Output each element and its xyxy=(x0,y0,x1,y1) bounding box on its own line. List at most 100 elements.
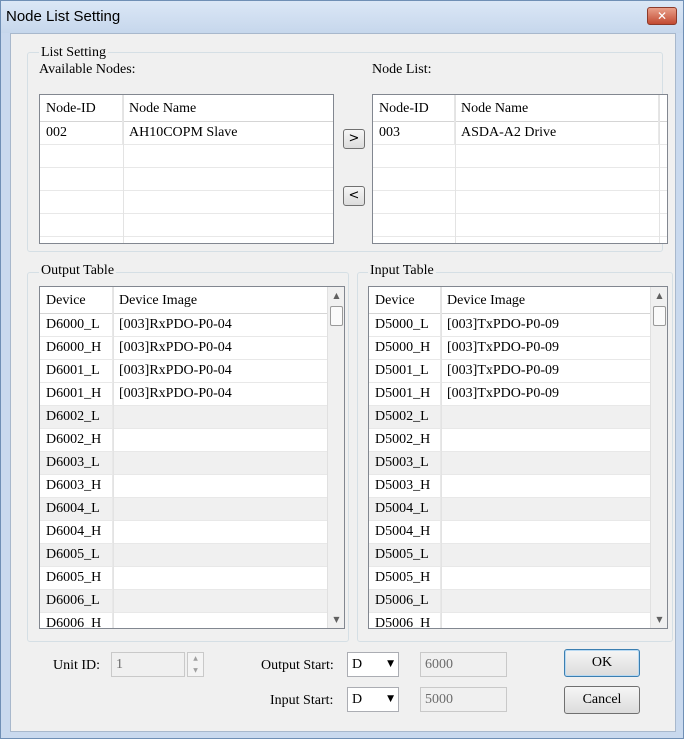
column-divider xyxy=(455,95,456,243)
unit-id-spinner[interactable]: ▲ ▼ xyxy=(187,652,204,677)
output-table-header: Device Device Image xyxy=(40,287,327,314)
column-header-device[interactable]: Device xyxy=(40,287,113,314)
table-row[interactable]: D6002_H xyxy=(40,429,329,452)
ok-button[interactable]: OK xyxy=(564,649,640,677)
unit-id-field[interactable]: 1 xyxy=(111,652,185,677)
device-image-cell xyxy=(441,475,652,498)
input-start-type-select[interactable]: D ▼ xyxy=(347,687,399,712)
table-row[interactable]: D6003_L xyxy=(40,452,329,475)
output-start-field[interactable]: 6000 xyxy=(420,652,507,677)
table-row[interactable]: D5003_H xyxy=(369,475,652,498)
input-start-field[interactable]: 5000 xyxy=(420,687,507,712)
table-row[interactable]: D6000_H [003]RxPDO-P0-04 xyxy=(40,337,329,360)
device-cell: D6002_H xyxy=(40,429,113,452)
close-icon: ✕ xyxy=(656,9,668,23)
table-row[interactable]: D5001_H [003]TxPDO-P0-09 xyxy=(369,383,652,406)
input-table-grid[interactable]: Device Device Image D5000_L [003]TxPDO-P0… xyxy=(368,286,668,629)
table-row[interactable]: D6000_L [003]RxPDO-P0-04 xyxy=(40,314,329,337)
column-header-node-id[interactable]: Node-ID xyxy=(40,95,123,122)
table-row[interactable]: D6005_L xyxy=(40,544,329,567)
device-image-cell xyxy=(113,452,329,475)
table-row[interactable]: D6004_L xyxy=(40,498,329,521)
spin-down-icon[interactable]: ▼ xyxy=(188,665,203,676)
column-header-node-name[interactable]: Node Name xyxy=(455,95,659,122)
column-header-node-id[interactable]: Node-ID xyxy=(373,95,455,122)
table-row[interactable]: D6005_H xyxy=(40,567,329,590)
scroll-thumb[interactable] xyxy=(330,306,343,326)
table-row[interactable]: D5004_H xyxy=(369,521,652,544)
device-image-cell: [003]RxPDO-P0-04 xyxy=(119,363,232,378)
table-row[interactable]: D5002_L xyxy=(369,406,652,429)
table-row[interactable]: D5000_H [003]TxPDO-P0-09 xyxy=(369,337,652,360)
device-cell: D5004_L xyxy=(369,498,441,521)
column-header-node-name[interactable]: Node Name xyxy=(123,95,333,122)
device-cell: D6004_L xyxy=(40,498,113,521)
output-start-type-select[interactable]: D ▼ xyxy=(347,652,399,677)
device-image-cell xyxy=(113,475,329,498)
scroll-down-icon[interactable]: ▼ xyxy=(651,611,667,628)
list-setting-legend: List Setting xyxy=(39,45,108,61)
node-name-cell: AH10COPM Slave xyxy=(129,125,238,140)
table-row[interactable]: D5006_H xyxy=(369,613,652,628)
chevron-down-icon[interactable]: ▼ xyxy=(387,688,394,711)
device-cell: D6002_L xyxy=(40,406,113,429)
input-table-header: Device Device Image xyxy=(369,287,650,314)
chevron-down-icon[interactable]: ▼ xyxy=(387,653,394,676)
device-cell: D5006_H xyxy=(369,613,441,628)
node-list-grid[interactable]: Node-ID Node Name 003 ASDA-A2 Drive xyxy=(372,94,668,244)
table-row xyxy=(373,145,667,168)
device-image-cell xyxy=(113,521,329,544)
table-row[interactable]: D5002_H xyxy=(369,429,652,452)
table-row[interactable]: 002 AH10COPM Slave xyxy=(40,122,333,145)
device-cell: D5003_H xyxy=(369,475,441,498)
title-bar[interactable]: Node List Setting ✕ xyxy=(1,1,683,33)
input-table-scrollbar[interactable]: ▲ ▼ xyxy=(650,287,667,628)
device-image-cell: [003]RxPDO-P0-04 xyxy=(119,386,232,401)
scroll-up-icon[interactable]: ▲ xyxy=(651,287,667,304)
device-image-cell xyxy=(113,567,329,590)
move-left-button[interactable]: < xyxy=(343,186,365,206)
device-cell: D5001_L xyxy=(369,360,441,383)
device-cell: D6000_L xyxy=(40,314,113,337)
available-nodes-grid[interactable]: Node-ID Node Name 002 AH10COPM Slave xyxy=(39,94,334,244)
table-row[interactable]: 003 ASDA-A2 Drive xyxy=(373,122,667,145)
close-button[interactable]: ✕ xyxy=(647,7,677,25)
table-row[interactable]: D5000_L [003]TxPDO-P0-09 xyxy=(369,314,652,337)
spin-up-icon[interactable]: ▲ xyxy=(188,653,203,664)
table-row[interactable]: D6006_H xyxy=(40,613,329,628)
scroll-up-icon[interactable]: ▲ xyxy=(328,287,344,304)
scroll-down-icon[interactable]: ▼ xyxy=(328,611,344,628)
table-row xyxy=(40,214,333,237)
table-row[interactable]: D6001_H [003]RxPDO-P0-04 xyxy=(40,383,329,406)
device-cell: D5002_H xyxy=(369,429,441,452)
column-header-device-image[interactable]: Device Image xyxy=(441,287,652,314)
table-row[interactable]: D5006_L xyxy=(369,590,652,613)
scroll-thumb[interactable] xyxy=(653,306,666,326)
dialog-client-area: List Setting Available Nodes: Node List:… xyxy=(10,33,676,732)
table-row[interactable]: D5004_L xyxy=(369,498,652,521)
column-divider xyxy=(659,95,660,243)
unit-id-label: Unit ID: xyxy=(53,658,101,673)
output-table-scrollbar[interactable]: ▲ ▼ xyxy=(327,287,344,628)
table-row[interactable]: D6003_H xyxy=(40,475,329,498)
device-image-cell xyxy=(113,406,329,429)
table-row[interactable]: D6004_H xyxy=(40,521,329,544)
column-header-device[interactable]: Device xyxy=(369,287,441,314)
column-divider xyxy=(123,95,124,243)
cancel-button[interactable]: Cancel xyxy=(564,686,640,714)
table-row[interactable]: D6002_L xyxy=(40,406,329,429)
device-image-cell xyxy=(441,498,652,521)
column-header-device-image[interactable]: Device Image xyxy=(113,287,329,314)
node-name-cell: ASDA-A2 Drive xyxy=(455,122,659,145)
table-row[interactable]: D6006_L xyxy=(40,590,329,613)
table-row[interactable]: D5001_L [003]TxPDO-P0-09 xyxy=(369,360,652,383)
table-row[interactable]: D6001_L [003]RxPDO-P0-04 xyxy=(40,360,329,383)
move-right-button[interactable]: > xyxy=(343,129,365,149)
device-cell: D6005_H xyxy=(40,567,113,590)
node-list-label: Node List: xyxy=(372,62,432,77)
table-row[interactable]: D5005_L xyxy=(369,544,652,567)
output-table-grid[interactable]: Device Device Image D6000_L [003]RxPDO-P0… xyxy=(39,286,345,629)
table-row[interactable]: D5005_H xyxy=(369,567,652,590)
column-divider xyxy=(441,287,442,628)
table-row[interactable]: D5003_L xyxy=(369,452,652,475)
